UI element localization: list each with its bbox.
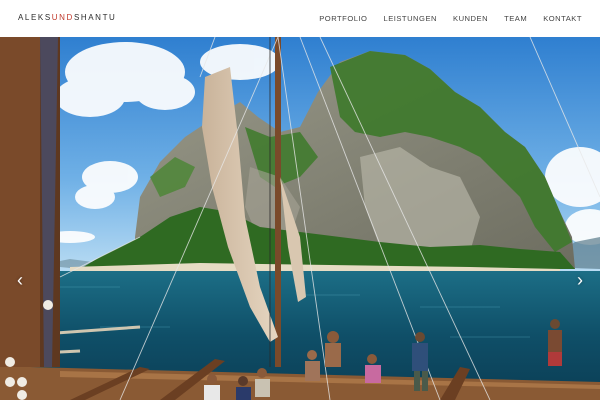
nav-item-kontakt[interactable]: KONTAKT <box>543 14 582 23</box>
nav-item-team[interactable]: TEAM <box>504 14 527 23</box>
hero-slider: ‹ › <box>0 37 600 400</box>
brand-part-2: UND <box>51 13 74 22</box>
main-mast <box>275 37 281 367</box>
hero-photo <box>0 37 600 400</box>
brand-part-1: ALEKS <box>18 13 52 22</box>
chevron-left-icon: ‹ <box>17 270 23 290</box>
nav-item-kunden[interactable]: KUNDEN <box>453 14 488 23</box>
brand-part-3: SHANTU <box>73 13 117 22</box>
slider-next-button[interactable]: › <box>570 265 590 295</box>
main-navigation: PORTFOLIO LEISTUNGEN KUNDEN TEAM KONTAKT <box>303 14 582 23</box>
nav-item-portfolio[interactable]: PORTFOLIO <box>319 14 367 23</box>
brand-logo[interactable]: ALEKSUNDSHANTU <box>18 13 116 22</box>
slider-prev-button[interactable]: ‹ <box>10 265 30 295</box>
chevron-right-icon: › <box>577 270 583 290</box>
nav-item-leistungen[interactable]: LEISTUNGEN <box>383 14 437 23</box>
site-header: ALEKSUNDSHANTU PORTFOLIO LEISTUNGEN KUND… <box>0 0 600 37</box>
